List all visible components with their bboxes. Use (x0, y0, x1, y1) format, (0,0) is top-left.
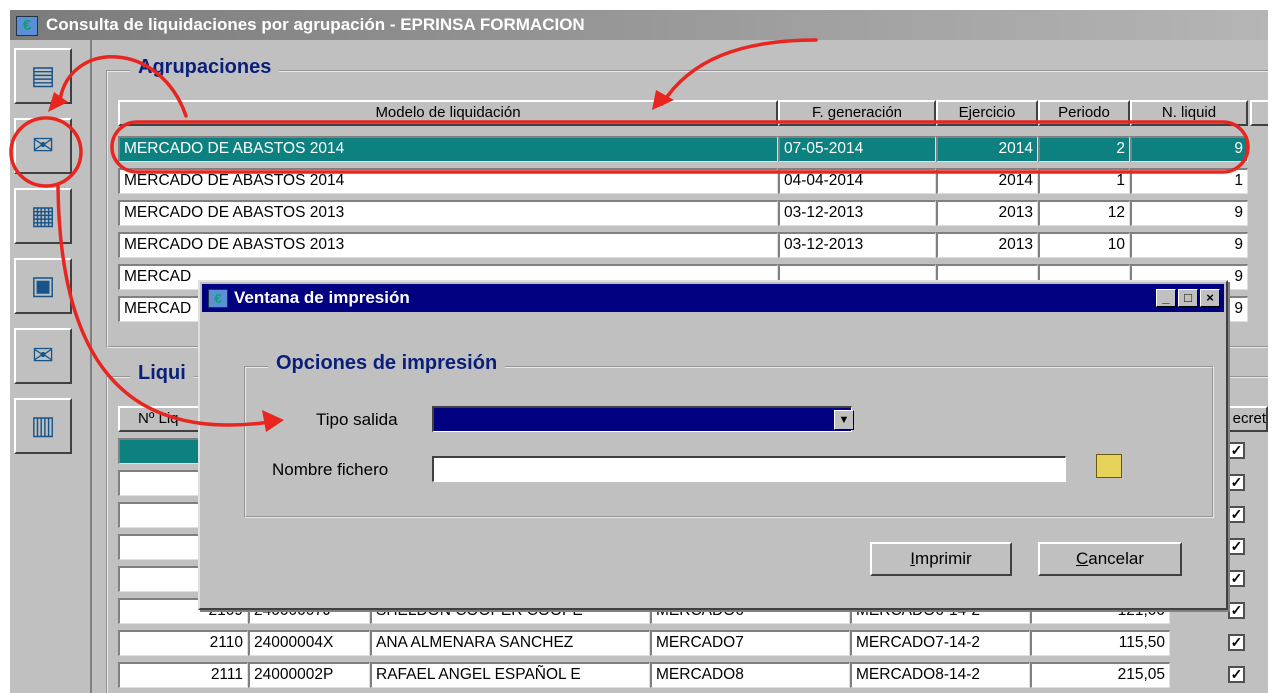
agrupaciones-title: Agrupaciones (130, 56, 280, 79)
agr-cell-periodo[interactable]: 12 (1038, 200, 1130, 226)
header-modelo[interactable]: Modelo de liquidación (118, 100, 778, 126)
cancel-button[interactable]: Cancelar (1038, 542, 1182, 576)
agr-cell-periodo[interactable]: 1 (1038, 168, 1130, 194)
secret-checkbox[interactable]: ✓ (1228, 666, 1245, 683)
calculator-icon: ▣ (30, 270, 56, 300)
dialog-titlebar: € Ventana de impresión _ □ × (202, 284, 1224, 312)
email-button[interactable]: ✉ (14, 328, 72, 384)
agr-cell-ejercicio[interactable]: 2013 (936, 232, 1038, 258)
secret-checkbox[interactable]: ✓ (1228, 474, 1245, 491)
liquidaciones-title: Liqui (130, 362, 194, 385)
agr-cell-periodo[interactable]: 2 (1038, 136, 1130, 162)
close-button[interactable]: × (1200, 289, 1220, 307)
agr-cell-ejercicio[interactable]: 2014 (936, 136, 1038, 162)
secret-checkbox[interactable]: ✓ (1228, 570, 1245, 587)
agr-cell-fecha[interactable]: 03-12-2013 (778, 200, 936, 226)
agr-cell-modelo[interactable]: MERCADO DE ABASTOS 2013 (118, 200, 778, 226)
liq-cell-nombre[interactable]: RAFAEL ANGEL ESPAÑOL E (370, 662, 650, 688)
email-icon: ✉ (32, 340, 54, 370)
liq-cell-obj[interactable]: MERCADO7 (650, 630, 850, 656)
agr-cell-ejercicio[interactable]: 2013 (936, 200, 1038, 226)
agr-cell-nliquid[interactable]: 9 (1130, 200, 1248, 226)
print-mail-button[interactable]: ✉ (14, 118, 72, 174)
left-toolbar: ▤ ✉ ▦ ▣ ✉ ▥ (10, 40, 92, 693)
agr-cell-fecha[interactable]: 04-04-2014 (778, 168, 936, 194)
liq-cell-n[interactable]: 2111 (118, 662, 248, 688)
maximize-button[interactable]: □ (1178, 289, 1198, 307)
report-view-icon: ▥ (30, 410, 56, 440)
agr-cell-periodo[interactable]: 10 (1038, 232, 1130, 258)
secret-checkbox[interactable]: ✓ (1228, 634, 1245, 651)
agr-cell-nliquid[interactable]: 9 (1130, 136, 1248, 162)
liq-cell-n[interactable]: 2110 (118, 630, 248, 656)
copy-documents-button[interactable]: ▤ (14, 48, 72, 104)
secret-checkbox[interactable]: ✓ (1228, 602, 1245, 619)
agr-cell-fecha[interactable]: 07-05-2014 (778, 136, 936, 162)
tipo-salida-select[interactable] (432, 406, 852, 432)
liq-cell-importe[interactable]: 115,50 (1030, 630, 1170, 656)
agr-cell-modelo[interactable]: MERCADO DE ABASTOS 2014 (118, 136, 778, 162)
calculator-button[interactable]: ▣ (14, 258, 72, 314)
print-button[interactable]: Imprimir (870, 542, 1012, 576)
report-view-button[interactable]: ▥ (14, 398, 72, 454)
dialog-title: Ventana de impresión (234, 288, 410, 307)
agr-cell-nliquid[interactable]: 9 (1130, 232, 1248, 258)
agr-cell-modelo[interactable]: MERCADO DE ABASTOS 2014 (118, 168, 778, 194)
secret-checkbox[interactable]: ✓ (1228, 442, 1245, 459)
print-dialog: € Ventana de impresión _ □ × Opciones de… (198, 280, 1228, 610)
agr-cell-nliquid[interactable]: 1 (1130, 168, 1248, 194)
dialog-euro-icon: € (208, 289, 228, 308)
nombre-fichero-label: Nombre fichero (272, 460, 389, 479)
header-ejercicio[interactable]: Ejercicio (936, 100, 1038, 126)
secret-checkbox[interactable]: ✓ (1228, 506, 1245, 523)
liq-cell-importe[interactable]: 215,05 (1030, 662, 1170, 688)
header-periodo[interactable]: Periodo (1038, 100, 1130, 126)
secret-checkbox[interactable]: ✓ (1228, 538, 1245, 555)
window-titlebar: € Consulta de liquidaciones por agrupaci… (10, 10, 1268, 40)
header-fecha[interactable]: F. generación (778, 100, 936, 126)
liq-cell-nif[interactable]: 24000002P (248, 662, 370, 688)
export-button[interactable]: ▦ (14, 188, 72, 244)
nombre-fichero-input[interactable] (432, 456, 1066, 482)
agr-cell-modelo[interactable]: MERCADO DE ABASTOS 2013 (118, 232, 778, 258)
copy-documents-icon: ▤ (30, 60, 56, 90)
header-nliq[interactable]: Nº Liq (118, 406, 208, 432)
export-icon: ▦ (30, 200, 56, 230)
folder-open-icon[interactable] (1096, 454, 1122, 478)
window-title: Consulta de liquidaciones por agrupación… (46, 15, 585, 34)
liq-cell-obj[interactable]: MERCADO8 (650, 662, 850, 688)
chevron-down-icon[interactable]: ▼ (834, 410, 854, 430)
liq-cell-nif[interactable]: 24000004X (248, 630, 370, 656)
header-nliquid[interactable]: N. liquid (1130, 100, 1248, 126)
print-mail-icon: ✉ (32, 130, 54, 160)
print-options-title: Opciones de impresión (268, 352, 506, 375)
header-extra[interactable] (1250, 100, 1268, 126)
print-options-group (244, 366, 1214, 518)
liq-cell-ref[interactable]: MERCADO7-14-2 (850, 630, 1030, 656)
liq-cell-nombre[interactable]: ANA ALMENARA SANCHEZ (370, 630, 650, 656)
app-euro-icon: € (16, 16, 38, 36)
agr-cell-fecha[interactable]: 03-12-2013 (778, 232, 936, 258)
liq-cell-ref[interactable]: MERCADO8-14-2 (850, 662, 1030, 688)
tipo-salida-label: Tipo salida (316, 410, 398, 429)
agr-cell-ejercicio[interactable]: 2014 (936, 168, 1038, 194)
minimize-button[interactable]: _ (1156, 289, 1176, 307)
